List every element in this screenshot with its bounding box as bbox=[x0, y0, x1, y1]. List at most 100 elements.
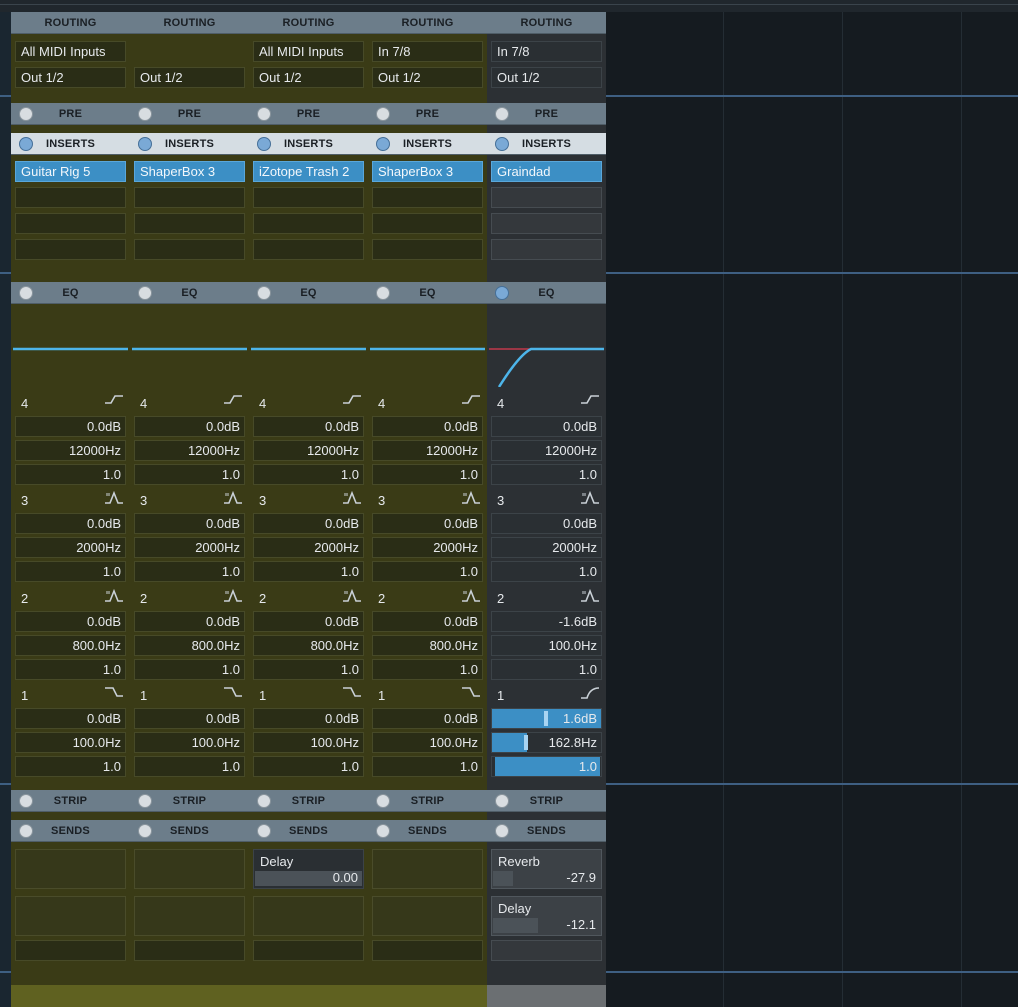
insert-slot-2[interactable] bbox=[491, 187, 602, 208]
eq-freq-field[interactable]: 800.0Hz bbox=[253, 635, 364, 656]
eq-gain-field[interactable]: 0.0dB bbox=[372, 708, 483, 729]
eq-freq-field[interactable]: 100.0Hz bbox=[134, 732, 245, 753]
eq-freq-field[interactable]: 162.8Hz bbox=[491, 732, 602, 753]
gain-knob-indicator[interactable] bbox=[544, 711, 548, 726]
pre-toggle-icon[interactable] bbox=[257, 107, 271, 121]
eq-freq-field[interactable]: 12000Hz bbox=[372, 440, 483, 461]
eq-gain-field[interactable]: 0.0dB bbox=[134, 416, 245, 437]
input-routing-select[interactable]: All MIDI Inputs bbox=[15, 41, 126, 62]
eq-curve-display[interactable] bbox=[370, 305, 485, 387]
sends-toggle-icon[interactable] bbox=[495, 824, 509, 838]
eq-gain-field[interactable]: -1.6dB bbox=[491, 611, 602, 632]
eq-freq-field[interactable]: 800.0Hz bbox=[134, 635, 245, 656]
eq-q-field[interactable]: 1.0 bbox=[253, 464, 364, 485]
peak-icon[interactable] bbox=[461, 490, 481, 505]
highshelf-icon[interactable] bbox=[580, 394, 600, 408]
eq-freq-field[interactable]: 12000Hz bbox=[134, 440, 245, 461]
eq-freq-field[interactable]: 2000Hz bbox=[134, 537, 245, 558]
send-slot-2[interactable] bbox=[372, 896, 483, 936]
lowshelf-icon[interactable] bbox=[342, 686, 362, 700]
lowshelf-icon[interactable] bbox=[104, 686, 124, 700]
eq-curve-display[interactable] bbox=[132, 305, 247, 387]
eq-toggle-icon[interactable] bbox=[19, 286, 33, 300]
peak-icon[interactable] bbox=[104, 588, 124, 603]
eq-q-field[interactable]: 1.0 bbox=[372, 561, 483, 582]
eq-q-field[interactable]: 1.0 bbox=[253, 756, 364, 777]
eq-gain-field[interactable]: 0.0dB bbox=[253, 416, 364, 437]
sends-toggle-icon[interactable] bbox=[257, 824, 271, 838]
input-routing-select[interactable]: In 7/8 bbox=[372, 41, 483, 62]
eq-freq-field[interactable]: 12000Hz bbox=[253, 440, 364, 461]
insert-slot-4[interactable] bbox=[134, 239, 245, 260]
eq-gain-field[interactable]: 0.0dB bbox=[372, 416, 483, 437]
eq-toggle-icon[interactable] bbox=[495, 286, 509, 300]
eq-q-field[interactable]: 1.0 bbox=[491, 756, 602, 777]
send-slot-3[interactable] bbox=[491, 940, 602, 961]
strip-toggle-icon[interactable] bbox=[19, 794, 33, 808]
peak-icon[interactable] bbox=[104, 490, 124, 505]
peak-icon[interactable] bbox=[342, 588, 362, 603]
input-routing-select[interactable]: All MIDI Inputs bbox=[253, 41, 364, 62]
inserts-toggle-icon[interactable] bbox=[257, 137, 271, 151]
insert-slot-1[interactable]: iZotope Trash 2 bbox=[253, 161, 364, 182]
insert-slot-4[interactable] bbox=[372, 239, 483, 260]
strip-toggle-icon[interactable] bbox=[495, 794, 509, 808]
eq-q-field[interactable]: 1.0 bbox=[134, 561, 245, 582]
insert-slot-3[interactable] bbox=[253, 213, 364, 234]
eq-freq-field[interactable]: 100.0Hz bbox=[15, 732, 126, 753]
eq-freq-field[interactable]: 100.0Hz bbox=[491, 635, 602, 656]
freq-knob-indicator[interactable] bbox=[524, 735, 528, 750]
eq-freq-field[interactable]: 2000Hz bbox=[15, 537, 126, 558]
inserts-toggle-icon[interactable] bbox=[376, 137, 390, 151]
strip-toggle-icon[interactable] bbox=[138, 794, 152, 808]
eq-q-field[interactable]: 1.0 bbox=[134, 659, 245, 680]
peak-icon[interactable] bbox=[223, 490, 243, 505]
lowshelf-icon[interactable] bbox=[461, 686, 481, 700]
eq-freq-field[interactable]: 2000Hz bbox=[253, 537, 364, 558]
sends-toggle-icon[interactable] bbox=[19, 824, 33, 838]
eq-gain-field[interactable]: 0.0dB bbox=[372, 611, 483, 632]
send-level-bar[interactable] bbox=[493, 871, 513, 886]
highshelf-icon[interactable] bbox=[461, 394, 481, 408]
lowshelf-icon[interactable] bbox=[223, 686, 243, 700]
output-routing-select[interactable]: Out 1/2 bbox=[491, 67, 602, 88]
sends-toggle-icon[interactable] bbox=[376, 824, 390, 838]
insert-slot-1[interactable]: Graindad bbox=[491, 161, 602, 182]
eq-q-field[interactable]: 1.0 bbox=[491, 464, 602, 485]
send-slot-3[interactable] bbox=[253, 940, 364, 961]
send-slot-3[interactable] bbox=[15, 940, 126, 961]
eq-curve-display[interactable] bbox=[489, 305, 604, 388]
output-routing-select[interactable]: Out 1/2 bbox=[253, 67, 364, 88]
insert-slot-2[interactable] bbox=[134, 187, 245, 208]
insert-slot-3[interactable] bbox=[15, 213, 126, 234]
output-routing-select[interactable]: Out 1/2 bbox=[15, 67, 126, 88]
send-slot-1[interactable]: Delay 0.00 bbox=[253, 849, 364, 889]
insert-slot-3[interactable] bbox=[372, 213, 483, 234]
pre-toggle-icon[interactable] bbox=[138, 107, 152, 121]
send-slot-2[interactable] bbox=[253, 896, 364, 936]
output-routing-select[interactable]: Out 1/2 bbox=[372, 67, 483, 88]
send-slot-1[interactable] bbox=[134, 849, 245, 889]
send-slot-2[interactable] bbox=[134, 896, 245, 936]
input-routing-select[interactable]: In 7/8 bbox=[491, 41, 602, 62]
eq-q-field[interactable]: 1.0 bbox=[15, 561, 126, 582]
send-slot-3[interactable] bbox=[372, 940, 483, 961]
insert-slot-4[interactable] bbox=[253, 239, 364, 260]
eq-toggle-icon[interactable] bbox=[376, 286, 390, 300]
eq-q-field[interactable]: 1.0 bbox=[134, 756, 245, 777]
insert-slot-2[interactable] bbox=[372, 187, 483, 208]
eq-gain-field[interactable]: 1.6dB bbox=[491, 708, 602, 729]
eq-gain-field[interactable]: 0.0dB bbox=[15, 708, 126, 729]
eq-q-field[interactable]: 1.0 bbox=[15, 659, 126, 680]
eq-gain-field[interactable]: 0.0dB bbox=[15, 513, 126, 534]
eq-toggle-icon[interactable] bbox=[257, 286, 271, 300]
eq-q-field[interactable]: 1.0 bbox=[491, 659, 602, 680]
eq-q-field[interactable]: 1.0 bbox=[372, 756, 483, 777]
inserts-toggle-icon[interactable] bbox=[495, 137, 509, 151]
insert-slot-1[interactable]: Guitar Rig 5 bbox=[15, 161, 126, 182]
highshelf-icon[interactable] bbox=[104, 394, 124, 408]
eq-q-field[interactable]: 1.0 bbox=[253, 659, 364, 680]
insert-slot-4[interactable] bbox=[15, 239, 126, 260]
sends-toggle-icon[interactable] bbox=[138, 824, 152, 838]
output-routing-select[interactable]: Out 1/2 bbox=[134, 67, 245, 88]
